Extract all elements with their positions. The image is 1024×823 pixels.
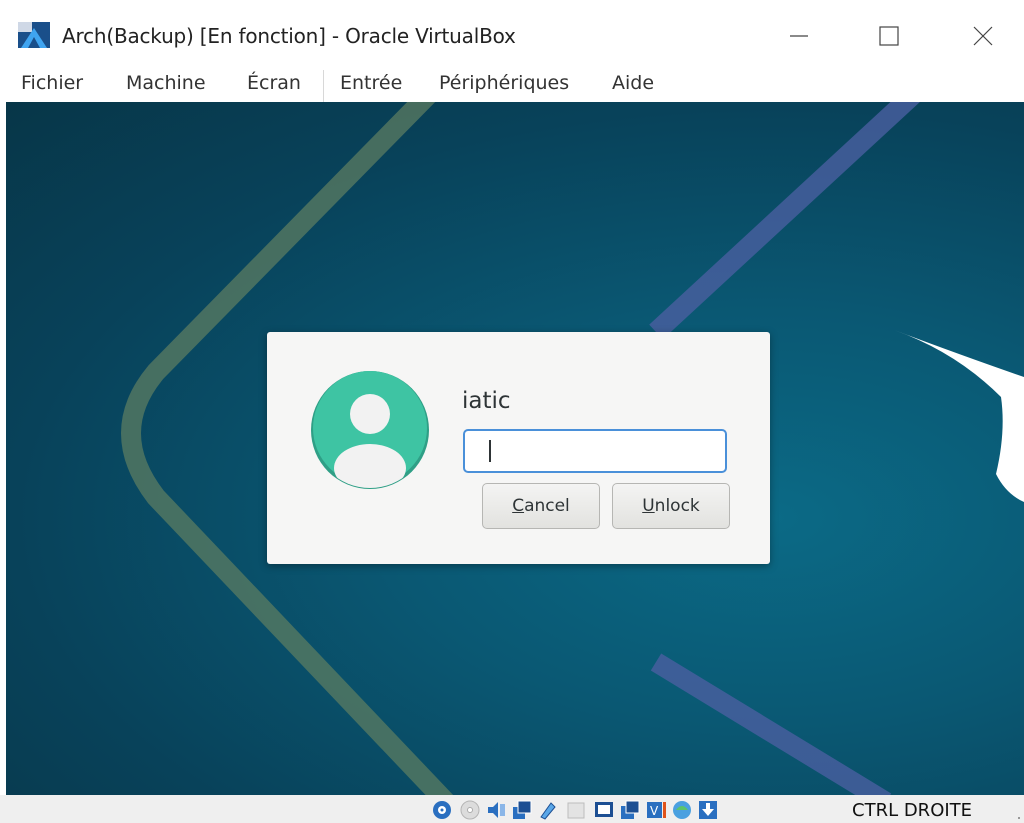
- virtualization-icon[interactable]: V: [646, 800, 666, 820]
- unlock-button[interactable]: Unlock: [612, 483, 730, 529]
- close-icon: [973, 26, 993, 46]
- mouse-integration-icon[interactable]: [672, 800, 692, 820]
- display-icon[interactable]: [594, 800, 614, 820]
- unlock-dialog: iatic Cancel Unlock: [267, 332, 770, 564]
- user-avatar-icon: [311, 371, 429, 489]
- status-bar: V CTRL DROITE: [0, 795, 1024, 823]
- username-label: iatic: [462, 388, 511, 414]
- menu-entree[interactable]: Entrée: [340, 72, 402, 94]
- shared-folders-icon[interactable]: [566, 800, 586, 820]
- menu-peripheriques[interactable]: Périphériques: [439, 72, 569, 94]
- minimize-icon: [790, 35, 808, 37]
- svg-text:V: V: [650, 804, 659, 818]
- text-caret: [489, 440, 491, 462]
- maximize-icon: [879, 26, 899, 46]
- maximize-button[interactable]: [866, 14, 912, 56]
- menu-aide[interactable]: Aide: [612, 72, 654, 94]
- network-icon[interactable]: [512, 800, 532, 820]
- cat-silhouette: [894, 330, 1024, 502]
- menu-machine[interactable]: Machine: [126, 72, 206, 94]
- audio-icon[interactable]: [486, 800, 506, 820]
- usb-icon[interactable]: [538, 800, 558, 820]
- close-button[interactable]: [960, 14, 1006, 56]
- unlock-label: nlock: [654, 496, 700, 516]
- keyboard-capture-icon[interactable]: [698, 800, 718, 820]
- window-title: Arch(Backup) [En fonction] - Oracle Virt…: [62, 24, 516, 48]
- optical-drive-icon[interactable]: [460, 800, 480, 820]
- minimize-button[interactable]: [776, 14, 822, 56]
- title-bar: Arch(Backup) [En fonction] - Oracle Virt…: [0, 0, 1024, 66]
- menu-separator: [323, 70, 324, 102]
- menu-fichier[interactable]: Fichier: [21, 72, 83, 94]
- menu-ecran[interactable]: Écran: [247, 72, 301, 94]
- password-input[interactable]: [463, 429, 727, 473]
- virtualbox-app-icon: [18, 22, 50, 48]
- cancel-mnemonic: C: [512, 496, 525, 516]
- video-capture-icon[interactable]: [620, 800, 640, 820]
- cancel-label: ancel: [524, 496, 570, 516]
- resize-grip-icon[interactable]: [1014, 813, 1020, 819]
- cancel-button[interactable]: Cancel: [482, 483, 600, 529]
- host-key-label: CTRL DROITE: [852, 800, 973, 821]
- unlock-mnemonic: U: [642, 496, 655, 516]
- hard-disk-icon[interactable]: [432, 800, 452, 820]
- menu-bar: Fichier Machine Écran Entrée Périphériqu…: [0, 66, 1024, 102]
